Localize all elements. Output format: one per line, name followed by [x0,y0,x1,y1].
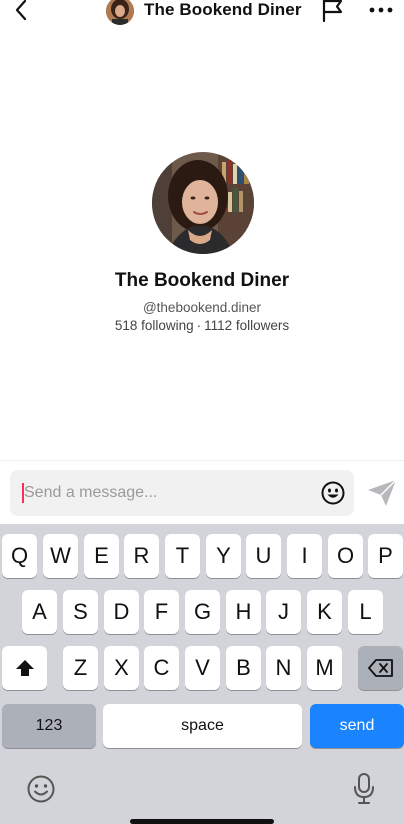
header-avatar[interactable] [106,0,134,25]
profile-avatar[interactable] [152,152,254,254]
key-p[interactable]: P [368,534,403,578]
key-u[interactable]: U [246,534,281,578]
key-d[interactable]: D [104,590,139,634]
key-o[interactable]: O [328,534,363,578]
back-chevron-icon[interactable] [10,0,34,22]
shift-icon [15,660,34,676]
backspace-icon [367,659,393,677]
key-b[interactable]: B [226,646,261,690]
key-a[interactable]: A [22,590,57,634]
composer-divider [0,460,404,461]
more-dots-icon[interactable] [368,0,394,20]
space-key[interactable]: space [103,704,302,748]
key-y[interactable]: Y [206,534,241,578]
key-v[interactable]: V [185,646,220,690]
send-arrow-icon[interactable] [366,478,398,508]
key-g[interactable]: G [185,590,220,634]
message-input[interactable] [24,470,314,516]
header-title[interactable]: The Bookend Diner [144,0,302,20]
send-key[interactable]: send [310,704,404,748]
microphone-icon[interactable] [352,772,376,806]
profile-name: The Bookend Diner [114,270,290,291]
keyboard: Q W E R T Y U I O P A S D F G H J K L Z … [0,524,404,824]
key-j[interactable]: J [266,590,301,634]
key-h[interactable]: H [226,590,261,634]
profile-stats: 518 following · 1112 followers [0,318,404,333]
key-i[interactable]: I [287,534,322,578]
key-t[interactable]: T [165,534,200,578]
key-n[interactable]: N [266,646,301,690]
followers-count: 1112 followers [204,318,290,333]
key-c[interactable]: C [144,646,179,690]
key-f[interactable]: F [144,590,179,634]
emoji-keyboard-icon[interactable] [26,774,56,804]
key-e[interactable]: E [84,534,119,578]
profile-handle: @thebookend.diner [142,300,262,315]
key-q[interactable]: Q [2,534,37,578]
key-s[interactable]: S [63,590,98,634]
numbers-key[interactable]: 123 [2,704,96,748]
shift-key[interactable] [2,646,47,690]
key-r[interactable]: R [124,534,159,578]
key-w[interactable]: W [43,534,78,578]
key-x[interactable]: X [104,646,139,690]
flag-icon[interactable] [320,0,346,23]
chat-header: The Bookend Diner [0,0,404,25]
message-box[interactable] [10,470,354,516]
key-l[interactable]: L [348,590,383,634]
home-indicator [130,819,274,824]
stats-separator: · [196,318,202,333]
emoji-icon[interactable] [320,480,346,506]
key-z[interactable]: Z [63,646,98,690]
key-k[interactable]: K [307,590,342,634]
backspace-key[interactable] [358,646,403,690]
following-count: 518 following [114,318,194,333]
key-m[interactable]: M [307,646,342,690]
